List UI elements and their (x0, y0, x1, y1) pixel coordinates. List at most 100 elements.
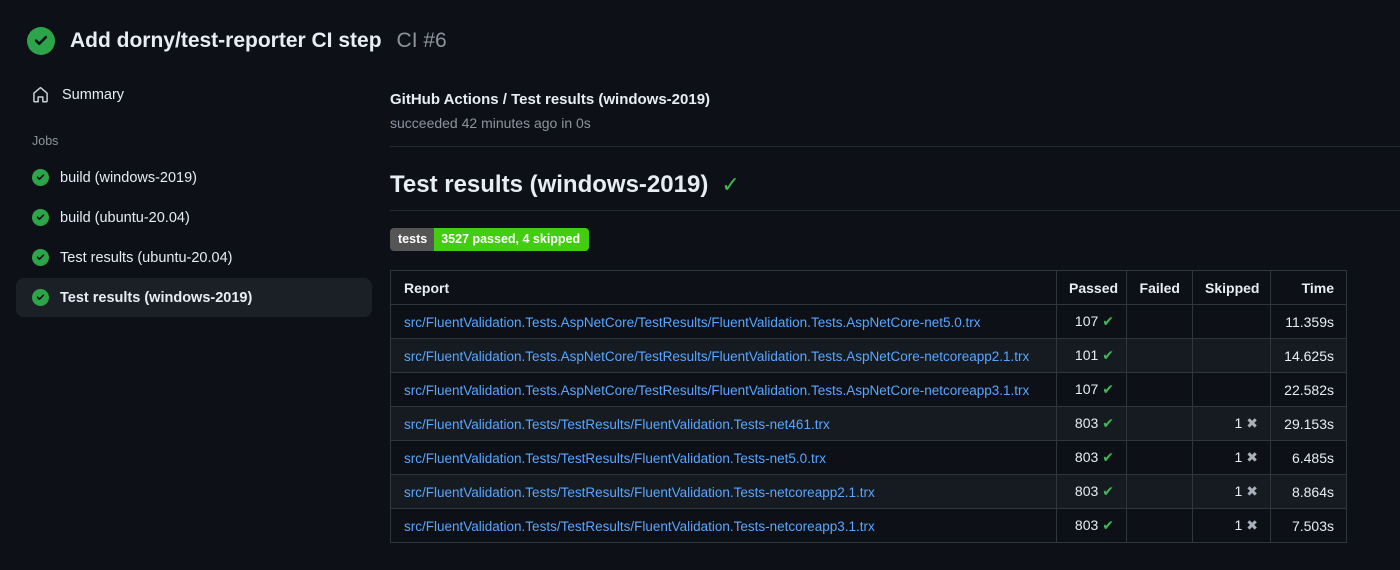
job-success-icon (32, 289, 49, 306)
failed-cell (1126, 338, 1193, 373)
job-success-icon (32, 249, 49, 266)
column-header-skipped: Skipped (1192, 270, 1271, 305)
sidebar-job-item-2[interactable]: Test results (ubuntu-20.04) (16, 238, 372, 277)
sidebar-job-item-1[interactable]: build (ubuntu-20.04) (16, 198, 372, 237)
report-cell: src/FluentValidation.Tests/TestResults/F… (390, 508, 1057, 543)
table-row: src/FluentValidation.Tests/TestResults/F… (390, 440, 1347, 475)
check-header: GitHub Actions / Test results (windows-2… (390, 77, 1400, 131)
check-icon: ✔ (1102, 381, 1114, 397)
time-cell: 22.582s (1270, 372, 1347, 407)
failed-cell (1126, 406, 1193, 441)
time-cell: 11.359s (1270, 304, 1347, 339)
report-cell: src/FluentValidation.Tests/TestResults/F… (390, 440, 1057, 475)
table-row: src/FluentValidation.Tests.AspNetCore/Te… (390, 372, 1347, 407)
report-cell: src/FluentValidation.Tests/TestResults/F… (390, 406, 1057, 441)
failed-cell (1126, 440, 1193, 475)
divider (390, 146, 1400, 147)
job-label: build (ubuntu-20.04) (60, 209, 190, 226)
check-icon: ✔ (1102, 483, 1114, 499)
job-label: build (windows-2019) (60, 169, 198, 186)
skipped-cell (1192, 304, 1271, 339)
table-row: src/FluentValidation.Tests/TestResults/F… (390, 474, 1347, 509)
passed-cell: 803 ✔ (1056, 406, 1127, 441)
report-link[interactable]: src/FluentValidation.Tests/TestResults/F… (404, 417, 830, 432)
passed-cell: 101 ✔ (1056, 338, 1127, 373)
x-icon: ✖ (1246, 449, 1258, 465)
time-cell: 8.864s (1270, 474, 1347, 509)
jobs-section-label: Jobs (32, 134, 59, 148)
badge-value: 3527 passed, 4 skipped (434, 228, 590, 251)
passed-cell: 107 ✔ (1056, 304, 1127, 339)
check-status: succeeded 42 minutes ago in 0s (390, 115, 591, 131)
job-success-icon (32, 209, 49, 226)
check-icon: ✔ (1102, 517, 1114, 533)
main-content: GitHub Actions / Test results (windows-2… (390, 77, 1400, 543)
skipped-cell: 1 ✖ (1192, 440, 1271, 475)
column-header-time: Time (1270, 270, 1347, 305)
report-link[interactable]: src/FluentValidation.Tests.AspNetCore/Te… (404, 349, 1029, 364)
check-icon: ✔ (1102, 313, 1114, 329)
tests-badge[interactable]: tests 3527 passed, 4 skipped (390, 228, 590, 251)
report-table-body: src/FluentValidation.Tests.AspNetCore/Te… (390, 304, 1347, 543)
skipped-cell: 1 ✖ (1192, 508, 1271, 543)
report-table: Report Passed Failed Skipped Time src/Fl… (390, 270, 1347, 543)
home-icon (32, 86, 49, 103)
column-header-failed: Failed (1126, 270, 1193, 305)
sidebar: Summary Jobs build (windows-2019) build (… (0, 77, 390, 543)
report-link[interactable]: src/FluentValidation.Tests.AspNetCore/Te… (404, 383, 1029, 398)
time-cell: 29.153s (1270, 406, 1347, 441)
skipped-cell (1192, 338, 1271, 373)
report-cell: src/FluentValidation.Tests.AspNetCore/Te… (390, 338, 1057, 373)
column-header-report: Report (390, 270, 1057, 305)
report-link[interactable]: src/FluentValidation.Tests/TestResults/F… (404, 451, 826, 466)
sidebar-item-summary[interactable]: Summary (16, 77, 372, 112)
report-link[interactable]: src/FluentValidation.Tests/TestResults/F… (404, 485, 875, 500)
table-row: src/FluentValidation.Tests/TestResults/F… (390, 508, 1347, 543)
job-success-icon (32, 169, 49, 186)
run-success-icon (27, 27, 55, 55)
sidebar-item-label: Summary (62, 86, 125, 103)
failed-cell (1126, 508, 1193, 543)
failed-cell (1126, 474, 1193, 509)
skipped-cell: 1 ✖ (1192, 474, 1271, 509)
time-cell: 7.503s (1270, 508, 1347, 543)
job-list: build (windows-2019) build (ubuntu-20.04)… (16, 158, 372, 317)
run-number: CI #6 (396, 29, 447, 52)
section-title: Test results (windows-2019) (390, 171, 709, 198)
column-header-passed: Passed (1056, 270, 1127, 305)
x-icon: ✖ (1246, 483, 1258, 499)
report-link[interactable]: src/FluentValidation.Tests/TestResults/F… (404, 519, 875, 534)
time-cell: 6.485s (1270, 440, 1347, 475)
report-cell: src/FluentValidation.Tests/TestResults/F… (390, 474, 1057, 509)
table-header-row: Report Passed Failed Skipped Time (390, 270, 1347, 305)
badge-label: tests (390, 228, 435, 251)
section-heading: Test results (windows-2019) ✓ (390, 171, 1400, 211)
sidebar-job-item-0[interactable]: build (windows-2019) (16, 158, 372, 197)
time-cell: 14.625s (1270, 338, 1347, 373)
check-title: GitHub Actions / Test results (windows-2… (390, 91, 711, 108)
check-icon: ✔ (1102, 449, 1114, 465)
passed-cell: 803 ✔ (1056, 508, 1127, 543)
success-check-icon: ✓ (721, 172, 740, 197)
table-row: src/FluentValidation.Tests.AspNetCore/Te… (390, 304, 1347, 339)
passed-cell: 803 ✔ (1056, 474, 1127, 509)
report-link[interactable]: src/FluentValidation.Tests.AspNetCore/Te… (404, 315, 981, 330)
passed-cell: 803 ✔ (1056, 440, 1127, 475)
skipped-cell (1192, 372, 1271, 407)
table-row: src/FluentValidation.Tests/TestResults/F… (390, 406, 1347, 441)
failed-cell (1126, 304, 1193, 339)
run-header: Add dorny/test-reporter CI step CI #6 (0, 0, 1400, 55)
job-label: Test results (ubuntu-20.04) (60, 249, 233, 266)
x-icon: ✖ (1246, 415, 1258, 431)
report-cell: src/FluentValidation.Tests.AspNetCore/Te… (390, 372, 1057, 407)
table-row: src/FluentValidation.Tests.AspNetCore/Te… (390, 338, 1347, 373)
job-label: Test results (windows-2019) (60, 289, 253, 306)
passed-cell: 107 ✔ (1056, 372, 1127, 407)
x-icon: ✖ (1246, 517, 1258, 533)
report-cell: src/FluentValidation.Tests.AspNetCore/Te… (390, 304, 1057, 339)
run-title: Add dorny/test-reporter CI step (70, 29, 382, 52)
skipped-cell: 1 ✖ (1192, 406, 1271, 441)
check-icon: ✔ (1102, 347, 1114, 363)
failed-cell (1126, 372, 1193, 407)
sidebar-job-item-3[interactable]: Test results (windows-2019) (16, 278, 372, 317)
